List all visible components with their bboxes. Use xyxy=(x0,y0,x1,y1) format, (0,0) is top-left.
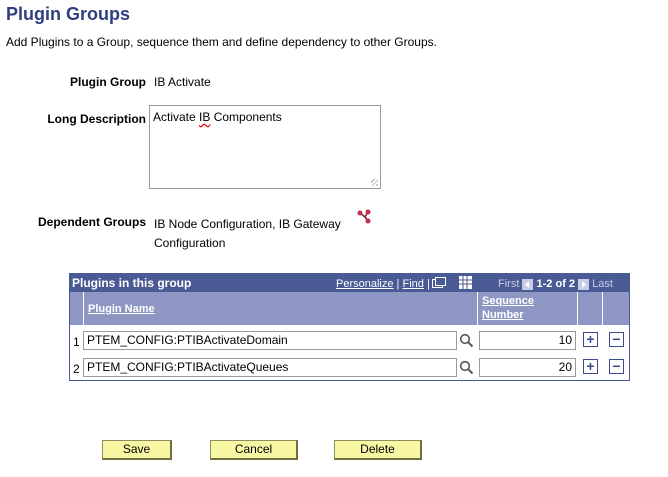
row-number: 1 xyxy=(73,335,80,349)
table-row: 2 PTEM_CONFIG:PTIBActivateQueues 20 + − xyxy=(70,355,629,382)
personalize-link[interactable]: Personalize xyxy=(336,278,393,290)
delete-button[interactable]: Delete xyxy=(334,440,422,460)
plugin-group-label: Plugin Group xyxy=(70,75,146,89)
col-header-add xyxy=(578,292,603,325)
long-description-text-pre: Activate xyxy=(153,110,200,124)
plugin-name-input[interactable]: PTEM_CONFIG:PTIBActivateDomain xyxy=(83,331,457,350)
row-number: 2 xyxy=(73,362,80,376)
sequence-number-input[interactable]: 20 xyxy=(479,358,576,377)
add-row-plus-icon[interactable]: + xyxy=(583,359,598,374)
grid-header-bar: Plugins in this group Personalize | Find… xyxy=(70,274,629,292)
grid-nav: Personalize | Find | xyxy=(336,278,430,290)
save-button[interactable]: Save xyxy=(102,440,172,460)
grid-paging: First 1-2 of 2 Last xyxy=(498,278,613,290)
first-label: First xyxy=(498,278,520,290)
grid-title: Plugins in this group xyxy=(72,276,192,290)
last-label: Last xyxy=(592,278,613,290)
resize-grip-icon[interactable] xyxy=(371,179,378,186)
download-grid-icon[interactable] xyxy=(459,276,472,289)
long-description-label: Long Description xyxy=(47,112,146,126)
dependent-groups-line-1: IB Node Configuration, IB Gateway xyxy=(154,217,341,231)
col-header-delete xyxy=(603,292,629,325)
plugin-group-value: IB Activate xyxy=(154,75,211,89)
plugins-grid: Plugins in this group Personalize | Find… xyxy=(69,273,630,381)
dependent-groups-line-2: Configuration xyxy=(154,236,226,250)
find-link[interactable]: Find xyxy=(402,278,423,290)
delete-row-minus-icon[interactable]: − xyxy=(609,332,624,347)
previous-arrow-icon xyxy=(522,278,534,290)
dependent-groups-value: IB Node Configuration, IB Gateway Config… xyxy=(154,215,341,253)
table-row: 1 PTEM_CONFIG:PTIBActivateDomain 10 + − xyxy=(70,328,629,355)
hierarchy-icon[interactable] xyxy=(356,208,372,224)
sequence-number-input[interactable]: 10 xyxy=(479,331,576,350)
row-range: 1-2 of 2 xyxy=(536,278,576,290)
add-row-plus-icon[interactable]: + xyxy=(583,332,598,347)
long-description-misspelled-word: IB xyxy=(199,110,211,124)
col-header-plugin-name[interactable]: Plugin Name xyxy=(84,292,478,325)
nav-separator-2: | xyxy=(426,278,430,290)
lookup-search-icon[interactable] xyxy=(459,333,474,348)
cancel-button[interactable]: Cancel xyxy=(210,440,298,460)
plugin-name-input[interactable]: PTEM_CONFIG:PTIBActivateQueues xyxy=(83,358,457,377)
col-header-sequence-number[interactable]: Sequence Number xyxy=(478,292,578,325)
long-description-field[interactable]: Activate IB Components xyxy=(149,105,381,189)
dependent-groups-label: Dependent Groups xyxy=(37,215,146,229)
view-all-icon[interactable] xyxy=(432,277,446,289)
page-title: Plugin Groups xyxy=(6,4,130,24)
long-description-text-post: Components xyxy=(210,110,282,124)
delete-row-minus-icon[interactable]: − xyxy=(609,359,624,374)
col-header-rownum xyxy=(70,292,84,325)
lookup-search-icon[interactable] xyxy=(459,360,474,375)
next-arrow-icon xyxy=(578,278,590,290)
page-instructions: Add Plugins to a Group, sequence them an… xyxy=(6,35,437,49)
nav-separator: | xyxy=(396,278,400,290)
